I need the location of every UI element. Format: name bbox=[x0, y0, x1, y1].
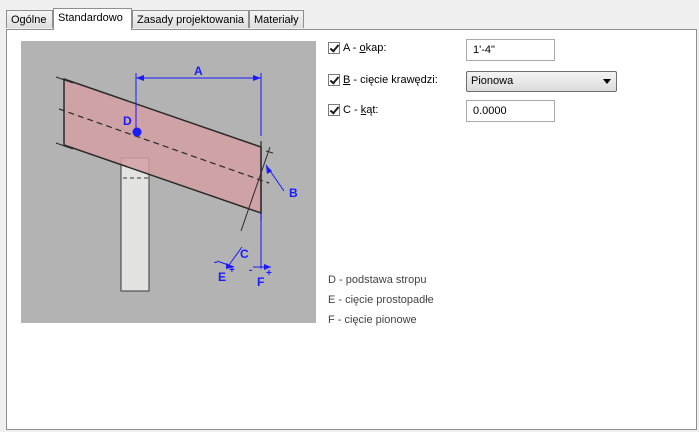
rafter-diagram-svg: A D B C E F - + - + bbox=[55, 64, 298, 292]
diagram-label-e: E bbox=[218, 270, 226, 284]
option-a-value: 1'-4" bbox=[473, 44, 495, 56]
option-c-label: C - kąt: bbox=[343, 104, 379, 116]
square-cut-tick bbox=[265, 150, 274, 154]
diagram-sign-plus: + bbox=[266, 268, 272, 279]
tab-ogolne[interactable]: Ogólne bbox=[6, 10, 53, 28]
diagram-label-b: B bbox=[289, 186, 298, 200]
option-b-checkbox[interactable] bbox=[328, 74, 340, 86]
arrowhead-a-left bbox=[136, 75, 144, 81]
rafter-shape bbox=[63, 77, 262, 215]
option-c-input[interactable]: 0.0000 bbox=[466, 100, 555, 122]
legend-d: D - podstawa stropu bbox=[328, 274, 427, 286]
diagram-label-d: D bbox=[123, 114, 132, 128]
tab-label: Ogólne bbox=[11, 14, 47, 26]
arrowhead-a-right bbox=[253, 75, 261, 81]
tab-label: Zasady projektowania bbox=[137, 14, 245, 26]
diagram-sign-minus: - bbox=[214, 257, 217, 268]
diagram-label-a: A bbox=[194, 64, 203, 78]
tab-materialy[interactable]: Materiały bbox=[249, 10, 304, 28]
rafter-diagram: A D B C E F - + - + bbox=[21, 41, 316, 323]
diagram-label-c: C bbox=[240, 247, 249, 261]
legend-f: F - cięcie pionowe bbox=[328, 314, 417, 326]
tab-label: Materiały bbox=[254, 14, 299, 26]
option-a-input[interactable]: 1'-4" bbox=[466, 39, 555, 61]
tab-standardowo[interactable]: Standardowo bbox=[53, 8, 132, 30]
tab-zasady-projektowania[interactable]: Zasady projektowania bbox=[132, 10, 249, 28]
option-b-label: B - cięcie krawędzi: bbox=[343, 74, 438, 86]
option-b-selected-value: Pionowa bbox=[471, 75, 514, 87]
diagram-sign-minus: - bbox=[249, 265, 252, 276]
legend-e: E - cięcie prostopadłe bbox=[328, 294, 434, 306]
chevron-down-icon bbox=[603, 79, 611, 84]
point-d-marker bbox=[132, 127, 142, 137]
diagram-label-f: F bbox=[257, 275, 264, 289]
option-a-checkbox[interactable] bbox=[328, 42, 340, 54]
tab-label: Standardowo bbox=[58, 12, 123, 24]
option-a-label: A - okap: bbox=[343, 42, 387, 54]
option-c-checkbox[interactable] bbox=[328, 104, 340, 116]
option-c-value: 0.0000 bbox=[473, 105, 507, 117]
diagram-sign-plus: + bbox=[229, 265, 235, 276]
option-b-select[interactable]: Pionowa bbox=[466, 71, 617, 92]
